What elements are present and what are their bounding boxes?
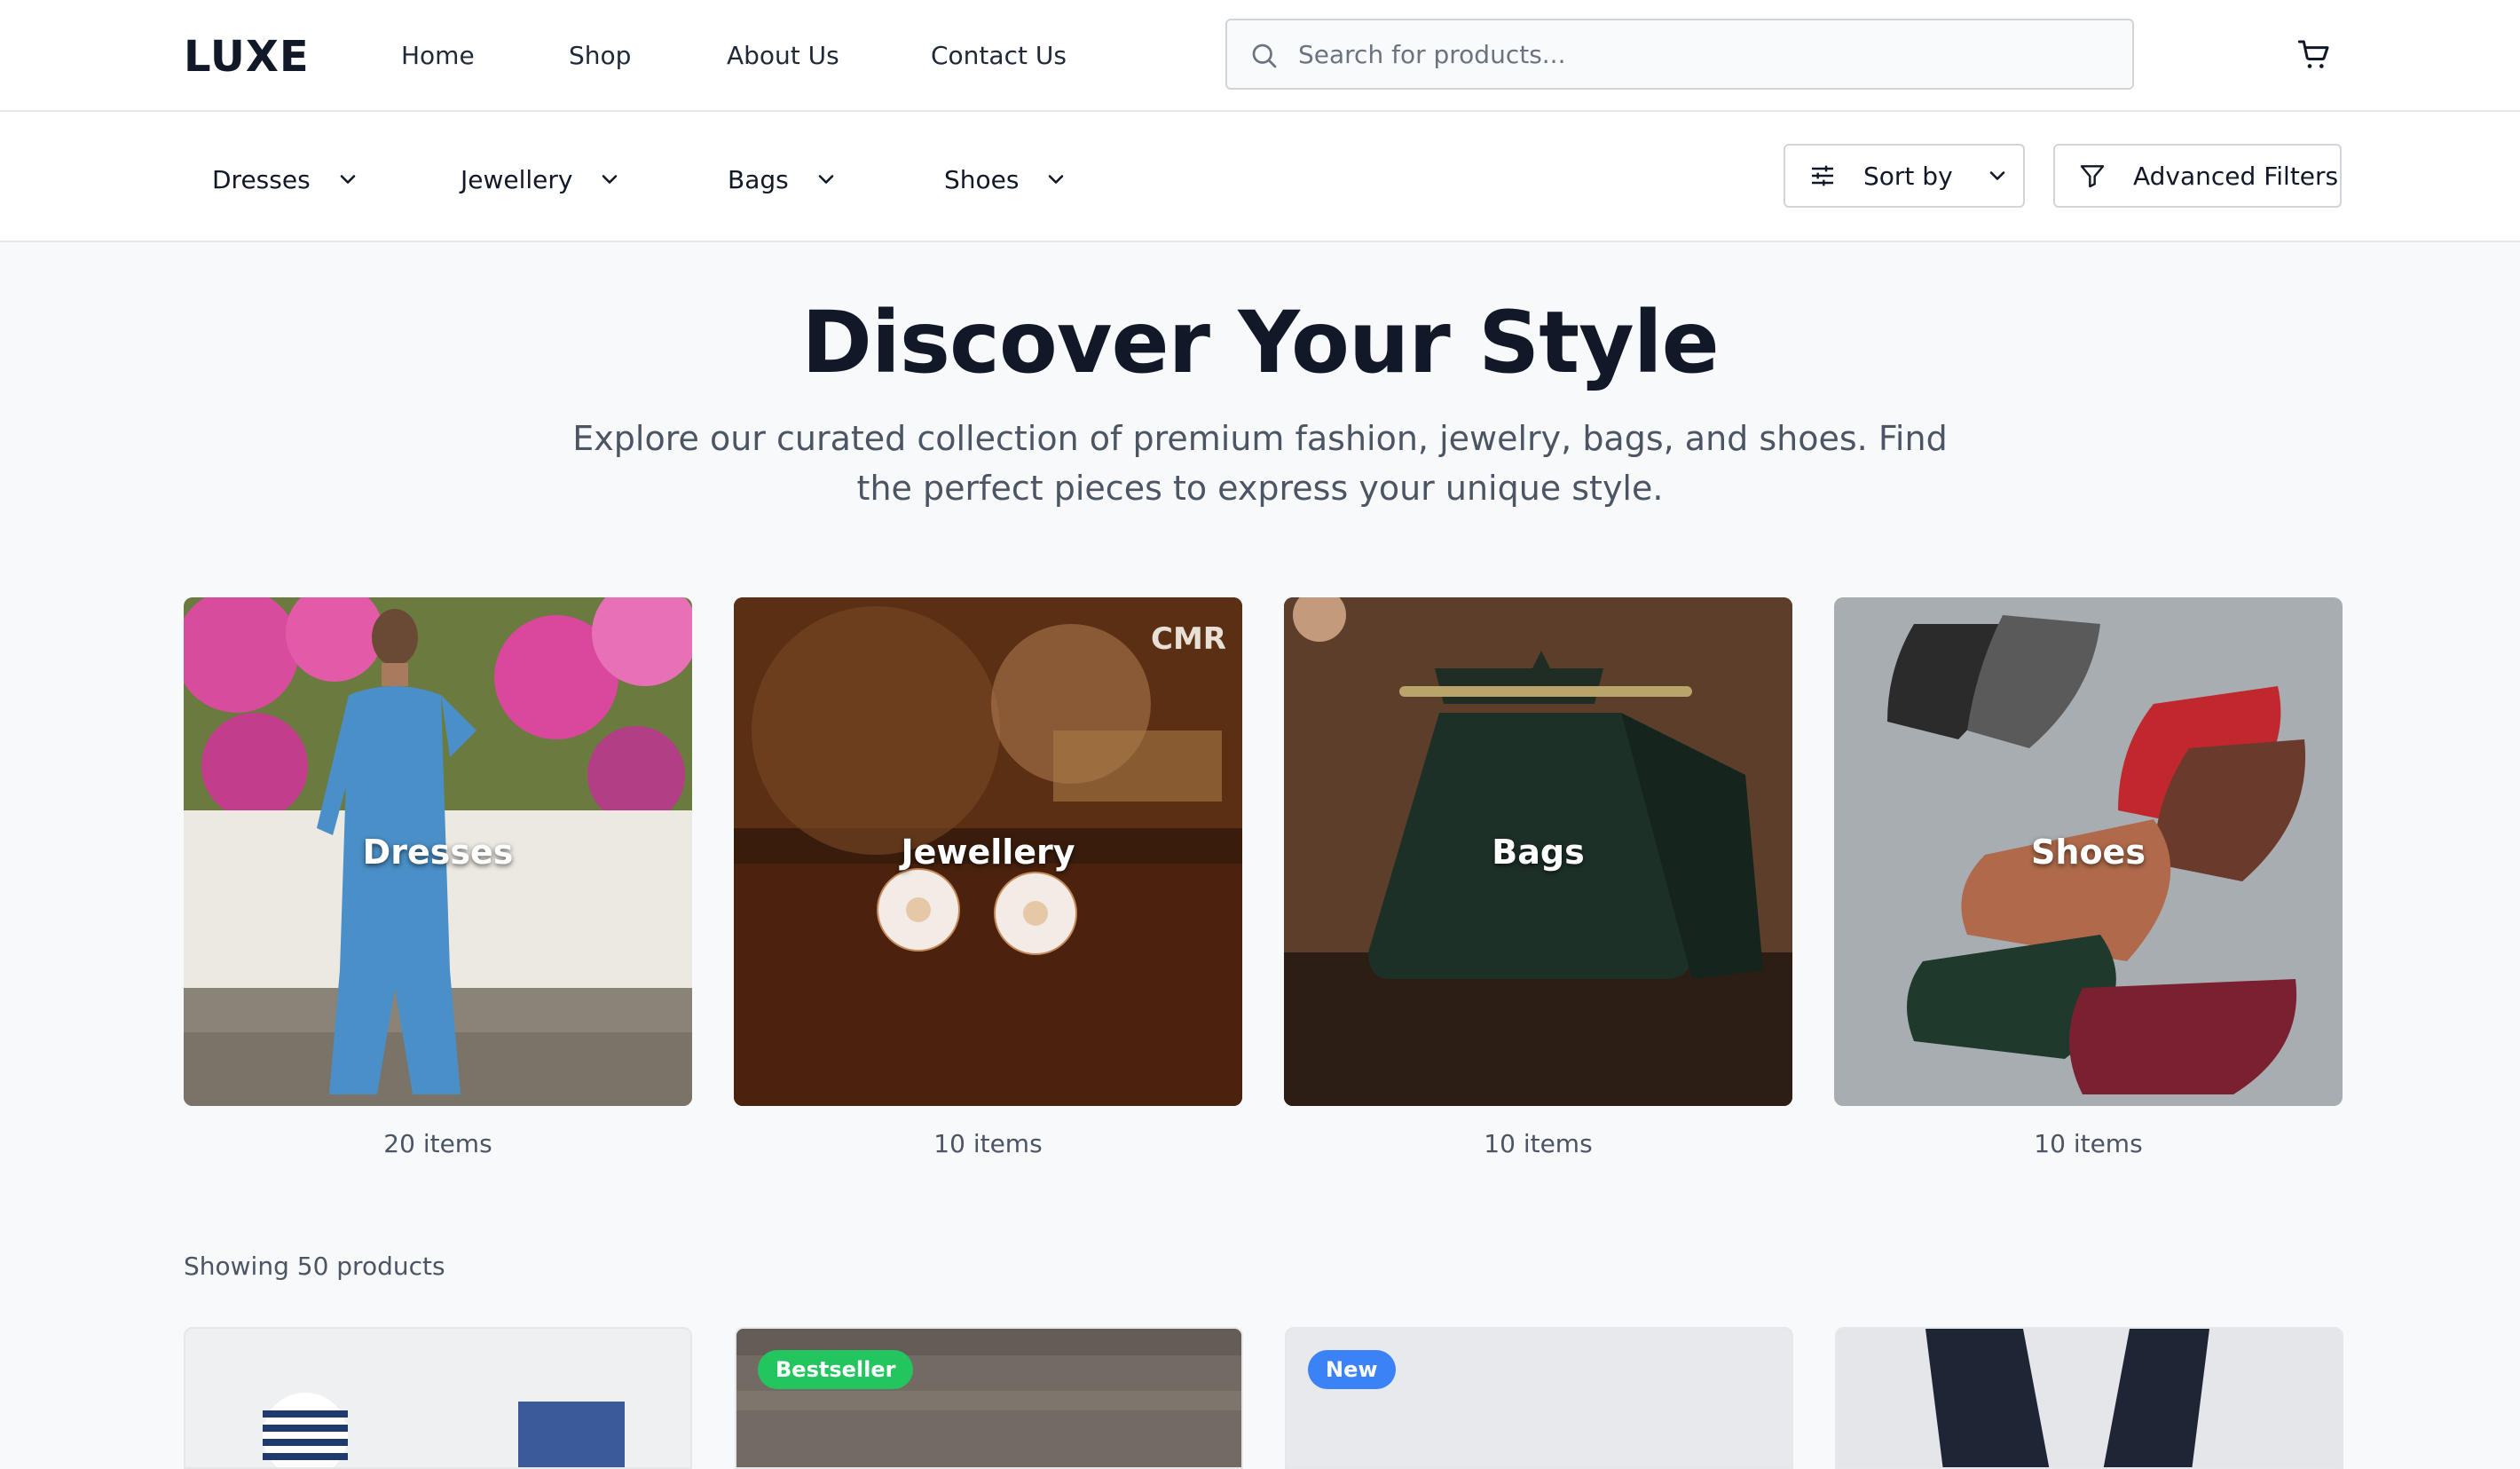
chevron-down-icon — [602, 175, 618, 184]
product-card[interactable]: New — [1285, 1327, 1793, 1469]
category-card-dresses[interactable]: Dresses — [184, 597, 692, 1106]
dropdown-shoes-label: Shoes — [944, 164, 1020, 194]
category-filter-bar: Dresses Jewellery Bags Shoes Sort by Adv… — [0, 112, 2520, 242]
dropdown-dresses[interactable]: Dresses — [212, 162, 360, 197]
chevron-down-icon — [340, 175, 355, 184]
sort-by-label: Sort by — [1863, 161, 1953, 191]
nav-home[interactable]: Home — [401, 41, 475, 70]
nav-contact-us[interactable]: Contact Us — [931, 41, 1067, 70]
shopping-cart-icon[interactable] — [2296, 37, 2332, 73]
dropdown-bags[interactable]: Bags — [728, 162, 839, 197]
brand-logo[interactable]: LUXE — [184, 32, 310, 82]
category-card-shoes[interactable]: Shoes — [1834, 597, 2343, 1106]
bestseller-badge: Bestseller — [758, 1350, 914, 1389]
category-card-bags[interactable]: Bags — [1284, 597, 1792, 1106]
category-card-shoes-label: Shoes — [2031, 832, 2146, 872]
category-count-dresses: 20 items — [383, 1129, 492, 1158]
dropdown-jewellery-label: Jewellery — [461, 164, 573, 194]
category-count-jewellery: 10 items — [933, 1129, 1043, 1158]
advanced-filters-label: Advanced Filters — [2133, 161, 2339, 191]
top-header: LUXE Home Shop About Us Contact Us — [0, 0, 2520, 112]
chevron-down-icon — [1989, 171, 2004, 180]
chevron-down-icon — [818, 175, 834, 184]
search-bar[interactable] — [1225, 19, 2134, 90]
new-badge: New — [1308, 1350, 1396, 1389]
dropdown-shoes[interactable]: Shoes — [944, 162, 1068, 197]
category-count-shoes: 10 items — [2034, 1129, 2143, 1158]
category-card-dresses-label: Dresses — [362, 832, 514, 872]
category-card-jewellery[interactable]: CMR Jewellery — [734, 597, 1242, 1106]
chevron-down-icon — [1049, 175, 1064, 184]
product-photo — [185, 1329, 690, 1467]
hero-title: Discover Your Style — [801, 293, 1719, 392]
category-count-bags: 10 items — [1484, 1129, 1593, 1158]
dropdown-dresses-label: Dresses — [212, 164, 311, 194]
product-card[interactable]: Bestseller — [735, 1327, 1243, 1469]
product-card[interactable] — [1835, 1327, 2343, 1469]
sliders-icon — [1812, 165, 1833, 186]
nav-shop[interactable]: Shop — [569, 41, 631, 70]
dropdown-bags-label: Bags — [728, 164, 789, 194]
filter-funnel-icon — [2080, 165, 2105, 188]
nav-about-us[interactable]: About Us — [727, 41, 839, 70]
product-card[interactable] — [184, 1327, 692, 1469]
category-card-jewellery-label: Jewellery — [901, 832, 1075, 872]
search-icon — [1252, 43, 1277, 68]
dropdown-jewellery[interactable]: Jewellery — [461, 162, 622, 197]
product-photo — [1837, 1329, 2342, 1467]
results-count: Showing 50 products — [184, 1252, 445, 1281]
category-card-bags-label: Bags — [1492, 832, 1585, 872]
advanced-filters-button[interactable]: Advanced Filters — [2053, 144, 2342, 208]
sort-by-button[interactable]: Sort by — [1784, 144, 2025, 208]
search-input[interactable] — [1298, 20, 2114, 88]
hero-subtitle: Explore our curated collection of premiu… — [572, 419, 1948, 508]
